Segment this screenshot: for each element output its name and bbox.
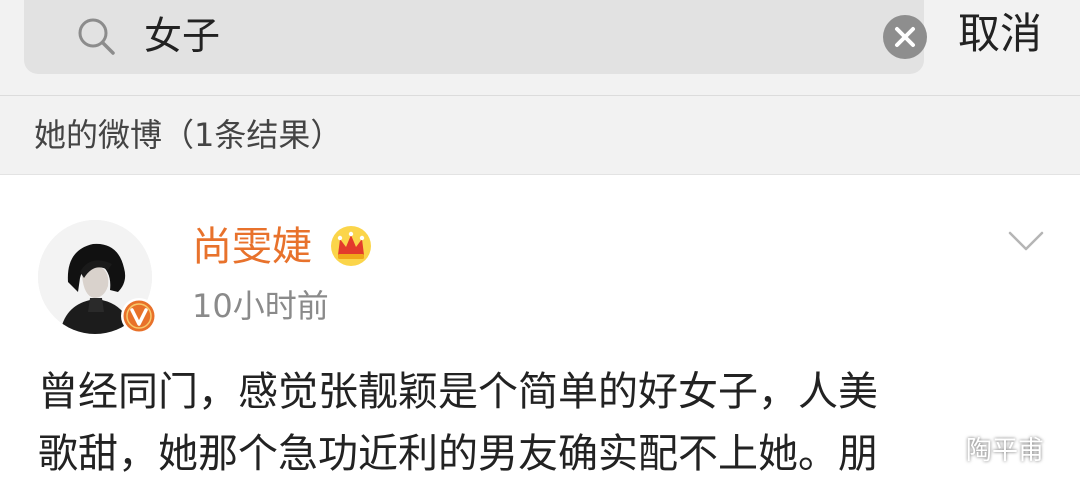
chevron-down-icon[interactable] xyxy=(1006,229,1046,255)
search-icon xyxy=(78,18,115,55)
wechat-icon xyxy=(921,437,958,465)
post-time: 10小时前 xyxy=(192,287,329,325)
post-text[interactable]: 曾经同门，感觉张靓颖是个简单的好女子，人美 歌甜，她那个急功近利的男友确实配不上… xyxy=(38,361,1038,485)
crown-icon xyxy=(331,226,371,266)
section-title: 她的微博（1条结果） xyxy=(34,116,343,154)
search-query-text[interactable]: 女子 xyxy=(144,6,220,66)
post-card[interactable]: 尚雯婕 10小时前 曾经同门，感觉张靓颖是个简单的好女子，人美 歌甜，她那个急功… xyxy=(0,175,1080,495)
top-bar: 女子 取消 xyxy=(0,0,1080,95)
clear-icon[interactable] xyxy=(882,14,928,60)
username[interactable]: 尚雯婕 xyxy=(192,219,312,275)
post-text-line: 曾经同门，感觉张靓颖是个简单的好女子，人美 xyxy=(38,369,878,415)
verified-badge-icon xyxy=(121,298,157,334)
post-text-line: 歌甜，她那个急功近利的男友确实配不上她。朋 xyxy=(38,431,878,477)
section-header: 她的微博（1条结果） xyxy=(0,96,1080,175)
search-input[interactable]: 女子 xyxy=(24,0,927,74)
watermark: 陶平甫 xyxy=(920,429,1044,473)
cancel-button[interactable]: 取消 xyxy=(958,4,1042,64)
watermark-text: 陶平甫 xyxy=(966,436,1045,466)
